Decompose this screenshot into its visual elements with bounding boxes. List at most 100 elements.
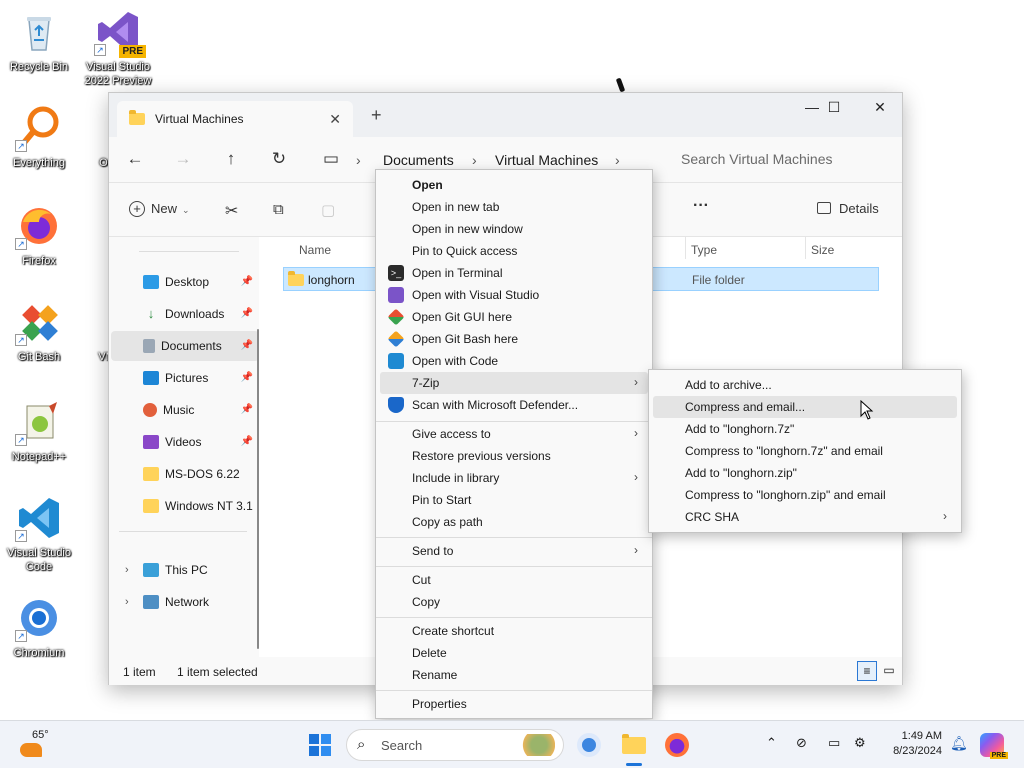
close-tab-icon[interactable]: ✕: [329, 111, 341, 128]
menu-item-open-git-gui[interactable]: Open Git GUI here: [380, 306, 648, 328]
new-button[interactable]: + New ⌄: [129, 201, 190, 217]
sidebar-item-network[interactable]: › Network: [111, 587, 259, 617]
breadcrumb-separator[interactable]: ›: [472, 152, 477, 168]
taskbar-search[interactable]: ⌕ Search: [346, 729, 564, 761]
close-window-button[interactable]: ✕: [857, 99, 903, 116]
menu-item-restore-versions[interactable]: Restore previous versions: [380, 445, 648, 467]
submenu-item-compress-7z-email[interactable]: Compress to "longhorn.7z" and email: [653, 440, 957, 462]
search-highlight-icon: [515, 734, 555, 756]
desktop-icon-visual-studio-preview[interactable]: PRE ↗ Visual Studio 2022 Preview: [80, 8, 156, 88]
tiles-view-icon[interactable]: ▭: [881, 661, 897, 681]
menu-item-label: Copy as path: [412, 515, 483, 529]
menu-item-send-to[interactable]: Send to ›: [380, 540, 648, 562]
pictures-icon: [143, 371, 159, 385]
menu-item-create-shortcut[interactable]: Create shortcut: [380, 620, 648, 642]
column-header-name[interactable]: Name: [299, 243, 331, 257]
details-button[interactable]: Details: [817, 201, 879, 216]
details-view-icon[interactable]: ≡: [857, 661, 877, 681]
more-options-icon[interactable]: ···: [693, 197, 709, 215]
search-input[interactable]: Search Virtual Machines: [665, 143, 897, 175]
submenu-item-compress-zip-email[interactable]: Compress to "longhorn.zip" and email: [653, 484, 957, 506]
documents-icon: [143, 339, 155, 353]
sidebar-item-this-pc[interactable]: › This PC: [111, 555, 259, 585]
chevron-right-icon[interactable]: ›: [125, 596, 129, 608]
column-header-size[interactable]: Size: [811, 243, 834, 257]
start-button[interactable]: [309, 734, 331, 756]
back-arrow-icon[interactable]: ←: [123, 149, 147, 169]
paste-icon[interactable]: ▢: [321, 201, 335, 219]
up-arrow-icon[interactable]: ↑: [219, 149, 243, 169]
desktop-icon-notepad-plus-plus[interactable]: ↗ Notepad++: [1, 398, 77, 464]
network-status-icon[interactable]: ⊘: [796, 735, 807, 751]
menu-item-copy[interactable]: Copy: [380, 591, 648, 613]
menu-item-open[interactable]: Open: [380, 174, 648, 196]
tab-virtual-machines[interactable]: Virtual Machines ✕: [117, 101, 353, 137]
chromium-taskbar-icon[interactable]: [577, 733, 601, 757]
firefox-taskbar-icon[interactable]: [665, 733, 689, 757]
column-header-type[interactable]: Type: [691, 243, 717, 257]
desktop-icon-git-bash[interactable]: ↗ Git Bash: [1, 298, 77, 364]
pin-icon: 📌: [240, 404, 253, 415]
refresh-icon[interactable]: ↻: [267, 149, 291, 169]
desktop-icon-label: Everything: [13, 157, 65, 169]
cut-icon[interactable]: ✂: [225, 201, 238, 221]
desktop-icon-firefox[interactable]: ↗ Firefox: [1, 202, 77, 268]
menu-item-rename[interactable]: Rename: [380, 664, 648, 686]
sidebar-item-downloads[interactable]: ↓ Downloads 📌: [111, 299, 259, 329]
menu-item-copy-path[interactable]: Copy as path: [380, 511, 648, 533]
submenu-item-add-to-7z[interactable]: Add to "longhorn.7z": [653, 418, 957, 440]
forward-arrow-icon[interactable]: →: [171, 149, 195, 169]
breadcrumb-virtual-machines[interactable]: Virtual Machines: [495, 152, 598, 168]
copilot-icon[interactable]: PRE: [980, 733, 1008, 759]
menu-item-pin-start[interactable]: Pin to Start: [380, 489, 648, 511]
breadcrumb-separator[interactable]: ›: [356, 152, 361, 168]
submenu-item-crc-sha[interactable]: CRC SHA ›: [653, 506, 957, 528]
chevron-right-icon[interactable]: ›: [125, 564, 129, 576]
column-divider: [805, 237, 806, 259]
sidebar-item-ms-dos[interactable]: MS-DOS 6.22: [111, 459, 259, 489]
desktop-icon-vscode[interactable]: ↗ Visual Studio Code: [1, 494, 77, 574]
menu-item-pin-quick-access[interactable]: Pin to Quick access: [380, 240, 648, 262]
new-tab-button[interactable]: +: [371, 105, 382, 126]
menu-item-open-visual-studio[interactable]: Open with Visual Studio: [380, 284, 648, 306]
show-hidden-icons-chevron-icon[interactable]: ⌃: [766, 735, 777, 751]
submenu-item-add-to-zip[interactable]: Add to "longhorn.zip": [653, 462, 957, 484]
menu-item-delete[interactable]: Delete: [380, 642, 648, 664]
menu-item-open-git-bash[interactable]: Open Git Bash here: [380, 328, 648, 350]
desktop-icon-label: Recycle Bin: [9, 61, 69, 73]
file-explorer-taskbar-icon[interactable]: [620, 727, 648, 766]
desktop-icon-recycle-bin[interactable]: Recycle Bin: [1, 8, 77, 74]
tab-title: Virtual Machines: [155, 112, 244, 126]
this-pc-monitor-icon[interactable]: ▭: [319, 149, 343, 169]
menu-item-open-terminal[interactable]: >_ Open in Terminal: [380, 262, 648, 284]
desktop-icon-everything[interactable]: ↗ Everything: [1, 104, 77, 170]
menu-item-open-new-window[interactable]: Open in new window: [380, 218, 648, 240]
sidebar-item-windows-nt[interactable]: Windows NT 3.1: [111, 491, 259, 521]
sidebar-item-desktop[interactable]: Desktop 📌: [111, 267, 259, 297]
submenu-item-compress-and-email[interactable]: Compress and email...: [653, 396, 957, 418]
display-icon[interactable]: ▭: [828, 735, 840, 751]
maximize-button[interactable]: ☐: [811, 99, 857, 116]
settings-toggle-icon[interactable]: ⚙: [854, 735, 866, 751]
breadcrumb-documents[interactable]: Documents: [383, 152, 454, 168]
menu-item-properties[interactable]: Properties: [380, 693, 648, 715]
sidebar-item-pictures[interactable]: Pictures 📌: [111, 363, 259, 393]
submenu-item-add-to-archive[interactable]: Add to archive...: [653, 374, 957, 396]
menu-item-7-zip[interactable]: 7-Zip ›: [380, 372, 648, 394]
sidebar-item-music[interactable]: Music 📌: [111, 395, 259, 425]
breadcrumb-separator[interactable]: ›: [615, 152, 620, 168]
menu-item-give-access[interactable]: Give access to ›: [380, 423, 648, 445]
menu-item-scan-defender[interactable]: Scan with Microsoft Defender...: [380, 394, 648, 416]
menu-item-open-with-code[interactable]: Open with Code: [380, 350, 648, 372]
notification-bell-icon[interactable]: 🔔︎: [950, 735, 968, 752]
sidebar-item-documents[interactable]: Documents 📌: [111, 331, 259, 361]
desktop-icon-chromium[interactable]: ↗ Chromium: [1, 594, 77, 660]
chevron-right-icon: ›: [634, 426, 638, 440]
sidebar-item-videos[interactable]: Videos 📌: [111, 427, 259, 457]
copy-icon[interactable]: ⧉: [273, 201, 284, 218]
weather-widget[interactable]: 65°: [18, 727, 62, 763]
menu-item-include-library[interactable]: Include in library ›: [380, 467, 648, 489]
menu-item-open-new-tab[interactable]: Open in new tab: [380, 196, 648, 218]
clock[interactable]: 1:49 AM 8/23/2024: [884, 729, 942, 759]
menu-item-cut[interactable]: Cut: [380, 569, 648, 591]
